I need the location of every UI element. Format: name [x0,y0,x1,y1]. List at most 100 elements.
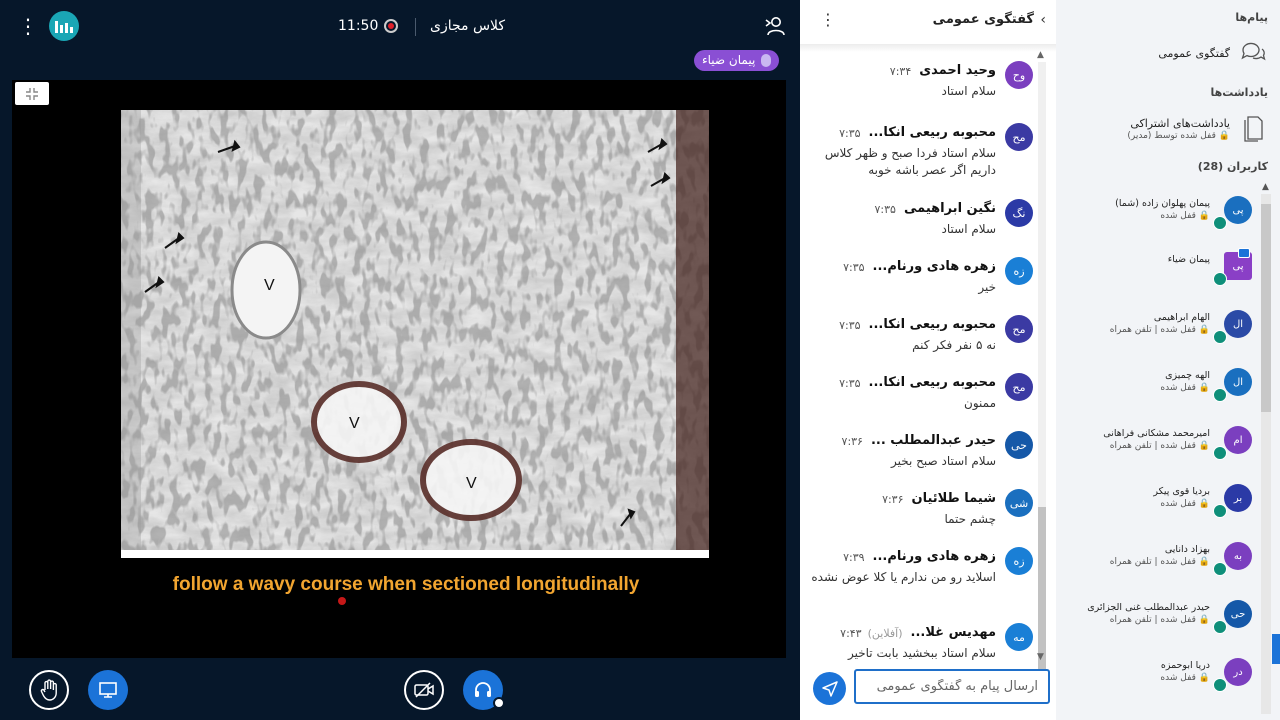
message-text: سلام استاد [941,222,996,236]
message-text: اسلاید رو من ندارم یا کلا عوض نشده [811,570,996,584]
message-time: ۷:۳۵ [839,377,861,390]
chat-title: گفتگوی عمومی [932,12,1034,27]
scroll-up-icon[interactable]: ▲ [1262,182,1269,192]
user-avatar[interactable]: نگ [1005,199,1033,227]
user-status: 🔒 قفل شده [1160,673,1210,683]
sidebar-resize-handle[interactable] [1272,634,1280,664]
message-time: ۷:۳۴ [889,65,912,78]
user-name: بهزاد دانایی [1164,544,1210,555]
presenter-pointer [338,597,346,605]
listen-only-icon [1213,678,1227,692]
message-time: ۷:۳۵ [839,319,861,332]
chat-message: زه زهره هادی ورنام... ۷:۳۹ اسلاید رو من ندا… [800,541,1036,597]
user-avatar[interactable]: حی [1005,431,1033,459]
user-avatar[interactable]: وح [1005,61,1033,89]
listen-only-icon [1213,620,1227,634]
chevron-left-icon[interactable]: ‹ [1040,12,1046,28]
message-sender: محبوبه ربیعی انکا... [868,125,996,140]
message-sender: وحید احمدی [919,63,996,78]
user-list-item[interactable]: ال الهه چمیزی 🔒 قفل شده [1056,360,1266,410]
chat-scrollbar[interactable]: ▲ ▼ [1036,50,1048,702]
message-text: سلام استاد صبح بخیر [891,454,996,468]
user-status: 🔒 قفل شده | تلفن همراه [1109,325,1210,335]
scroll-thumb[interactable] [1261,204,1271,412]
user-name: پیمان ضیاء [1167,254,1210,265]
message-time: ۷:۳۹ [843,551,865,564]
recording-indicator-icon[interactable] [384,19,398,33]
listen-only-icon [1213,330,1227,344]
message-text: نه ۵ نفر فکر کنم [912,338,996,352]
message-sender: زهره هادی ورنام... [872,259,996,274]
chat-message: حی حیدر عبدالمطلب ... ۷:۳۶ سلام استاد صبح ب… [800,425,1036,481]
users-sidebar: پیام‌ها گفتگوی عمومی یادداشت‌ها یادداشت‌… [1056,0,1280,720]
audio-settings-indicator[interactable] [493,697,505,709]
notes-heading: یادداشت‌ها [1210,86,1268,99]
slide-caption: follow a wavy course when sectioned long… [172,574,640,595]
scroll-up-icon[interactable]: ▲ [1037,50,1044,60]
chat-message: وح وحید احمدی ۷:۳۴ سلام استاد [800,55,1036,111]
user-name: الهام ابراهیمی [1153,312,1210,323]
chat-message: مه مهدیس غلا... ۷:۴۳ (آفلاین) سلام استاد ببخ… [800,617,1036,662]
shared-notes-status: 🔒 قفل شده توسط (مدیر) [1127,131,1230,141]
message-sender: محبوبه ربیعی انکا... [868,317,996,332]
users-heading: کاربران (28) [1197,160,1268,173]
shared-notes-item[interactable]: یادداشت‌های اشتراکی 🔒 قفل شده توسط (مدیر… [1056,110,1280,148]
user-list-item[interactable]: بر بردیا قوی پیکر 🔒 قفل شده [1056,476,1266,526]
user-avatar[interactable]: مه [1005,623,1033,651]
user-list-item[interactable]: به بهزاد دانایی 🔒 قفل شده | تلفن همراه [1056,534,1266,584]
raise-hand-button[interactable] [29,670,69,710]
user-avatar[interactable]: شی [1005,489,1033,517]
message-time: ۷:۳۶ [882,493,904,506]
user-avatar: به [1224,542,1252,570]
notes-icon [1244,116,1263,142]
public-chat-label: گفتگوی عمومی [1158,47,1230,60]
connection-stats-icon[interactable] [49,11,79,41]
user-list-toggle-icon[interactable] [764,16,786,36]
send-icon [821,680,838,697]
user-list-item[interactable]: پی پیمان پهلوان زاده (شما) 🔒 قفل شده [1056,188,1266,238]
message-text: سلام استاد فردا صبح و ظهر کلاس داریم اگر… [824,146,996,177]
user-list-item[interactable]: پی پیمان ضیاء [1056,244,1266,294]
message-text: ممنون [964,396,996,410]
user-avatar: حی [1224,600,1252,628]
message-sender: نگین ابراهیمی [903,201,996,216]
options-menu-icon[interactable]: ⋮ [18,14,38,38]
camera-toggle-button[interactable] [404,670,444,710]
presentation-panel: ⋮ 11:50 کلاس مجازی پیمان ضیاء V V V foll… [0,0,800,720]
user-avatar[interactable]: زه [1005,547,1033,575]
user-avatar: بر [1224,484,1252,512]
user-status: 🔒 قفل شده | تلفن همراه [1109,557,1210,567]
share-screen-button[interactable] [88,670,128,710]
user-avatar[interactable]: مح [1005,315,1033,343]
chat-message-input[interactable] [854,669,1050,704]
user-list-item[interactable]: ام امیرمحمد مشکانی فراهانی 🔒 قفل شده | تلف… [1056,418,1266,468]
chat-options-icon[interactable]: ⋮ [820,10,836,29]
user-avatar[interactable]: زه [1005,257,1033,285]
user-avatar[interactable]: مح [1005,373,1033,401]
listen-only-icon [1213,562,1227,576]
app-root: ⋮ 11:50 کلاس مجازی پیمان ضیاء V V V foll… [0,0,1280,720]
user-list-item[interactable]: حی حیدر عبدالمطلب غنی الجزائری 🔒 قفل شده |… [1056,592,1266,642]
public-chat-item[interactable]: گفتگوی عمومی [1056,36,1280,70]
slide-micrograph-image: V V V [121,110,709,558]
message-sender: حیدر عبدالمطلب ... [870,433,996,448]
user-avatar: ام [1224,426,1252,454]
send-message-button[interactable] [813,672,846,705]
chat-message: مح محبوبه ربیعی انکا... ۷:۳۵ سلام استاد فرد… [800,117,1036,177]
chat-message: زه زهره هادی ورنام... ۷:۳۵ خیر [800,251,1036,307]
session-time: 11:50 [338,18,379,34]
chat-message: نگ نگین ابراهیمی ۷:۳۵ سلام استاد [800,193,1036,249]
user-list-item[interactable]: در دریا ابوحمزه 🔒 قفل شده [1056,650,1266,700]
meeting-title: کلاس مجازی [430,18,506,34]
message-list: وح وحید احمدی ۷:۳۴ سلام استاد مح محبوبه ربیعی… [800,55,1036,662]
topbar-divider [415,18,416,36]
message-text: سلام استاد ببخشید بابت تاخیر [847,646,996,660]
user-avatar[interactable]: مح [1005,123,1033,151]
user-list-item[interactable]: ال الهام ابراهیمی 🔒 قفل شده | تلفن همراه [1056,302,1266,352]
user-name: امیرمحمد مشکانی فراهانی [1103,428,1210,439]
vessel-label: V [264,277,275,294]
fullscreen-icon[interactable] [15,82,49,105]
scroll-down-icon[interactable]: ▼ [1037,652,1044,662]
chat-message: شی شیما طلائیان ۷:۳۶ چشم حتما [800,483,1036,539]
user-name: حیدر عبدالمطلب غنی الجزائری [1087,602,1210,613]
